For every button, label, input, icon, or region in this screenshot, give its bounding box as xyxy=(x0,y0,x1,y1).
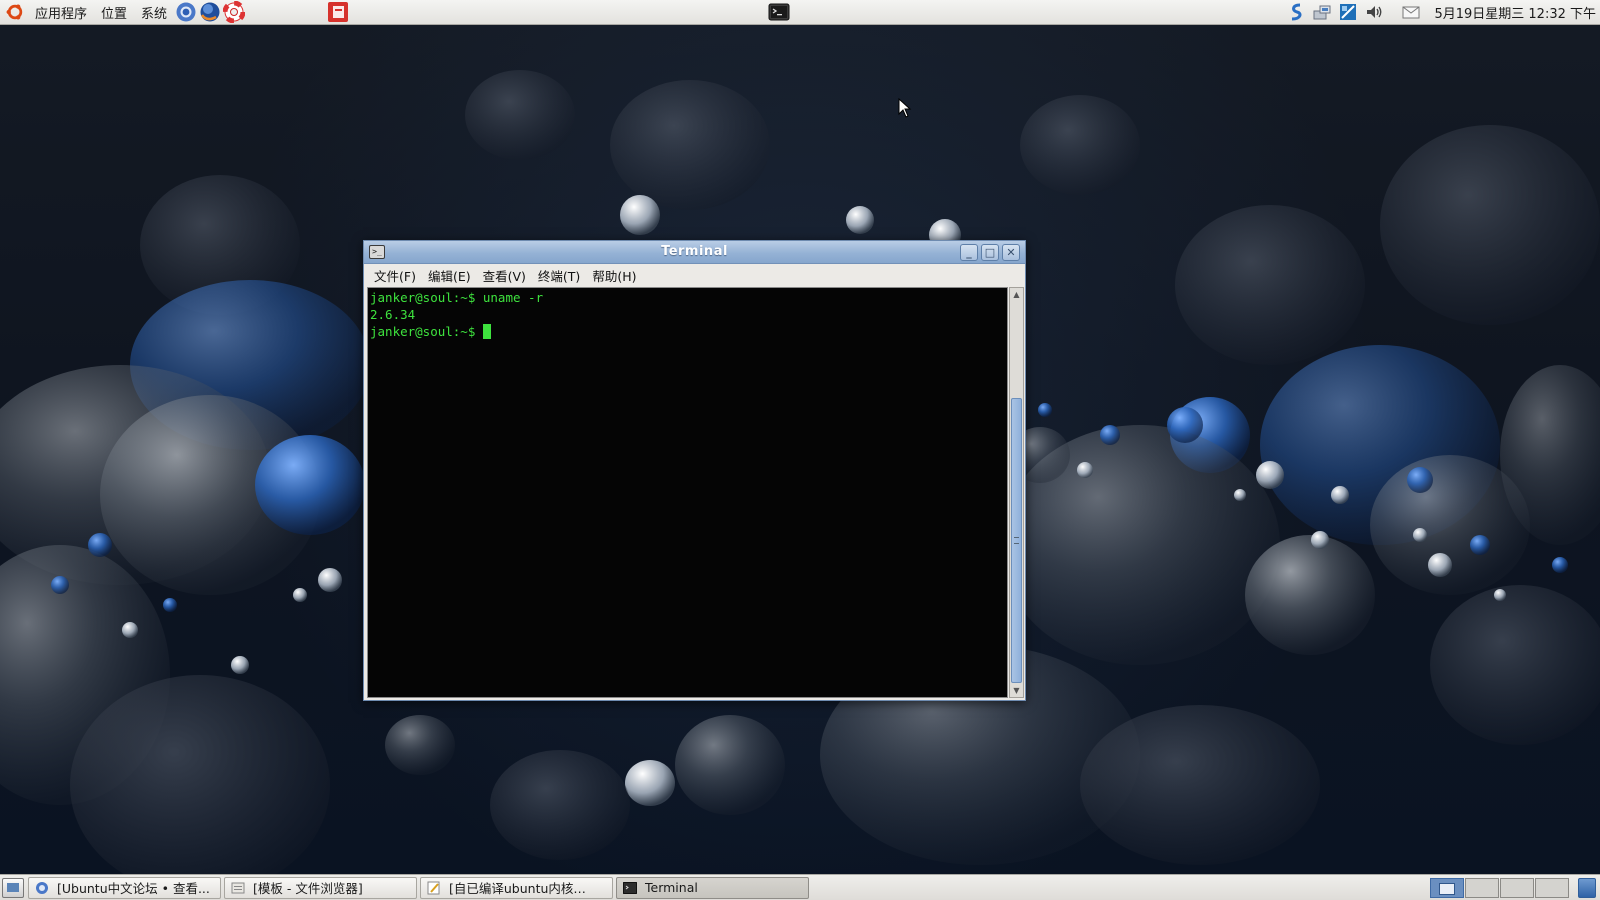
workspace-2[interactable] xyxy=(1465,878,1499,898)
taskbar-task-editor[interactable]: [自已编译ubuntu内核… xyxy=(420,876,613,899)
terminal-line: 2.6.34 xyxy=(370,307,416,322)
maximize-button[interactable]: □ xyxy=(981,244,999,261)
menu-places[interactable]: 位置 xyxy=(94,0,134,25)
workspace-switcher xyxy=(1430,878,1570,898)
terminal-output[interactable]: janker@soul:~$ uname -r 2.6.34 janker@so… xyxy=(367,287,1008,698)
chat-icon[interactable] xyxy=(1338,2,1358,22)
vertical-scrollbar[interactable]: ▲ ▼ xyxy=(1009,287,1024,698)
task-label: [自已编译ubuntu内核… xyxy=(449,881,586,896)
text-editor-icon xyxy=(427,881,440,894)
terminal-window: >_ Terminal _ □ ✕ 文件(F) 编辑(E) 查看(V) 终端(T… xyxy=(363,240,1026,701)
terminal-prompt: janker@soul:~$ xyxy=(370,324,483,339)
clock[interactable]: 5月19日星期三 12:32 下午 xyxy=(1424,3,1600,22)
bottom-panel: [Ubuntu中文论坛 • 查看... [模板 - 文件浏览器] [自已编译ub… xyxy=(0,874,1600,900)
browser-icon xyxy=(36,881,48,894)
workspace-1[interactable] xyxy=(1430,878,1464,898)
red-app-icon[interactable] xyxy=(327,1,349,23)
menu-file[interactable]: 文件(F) xyxy=(368,266,422,285)
window-menubar: 文件(F) 编辑(E) 查看(V) 终端(T) 帮助(H) xyxy=(364,264,1025,286)
grip-icon xyxy=(1014,537,1019,544)
workspace-3[interactable] xyxy=(1500,878,1534,898)
task-label: [Ubuntu中文论坛 • 查看... xyxy=(57,881,210,896)
trash-icon[interactable] xyxy=(1578,878,1596,898)
terminal-icon[interactable] xyxy=(768,1,790,23)
show-desktop-button[interactable] xyxy=(2,877,24,898)
volume-icon[interactable] xyxy=(1364,2,1384,22)
minimize-button[interactable]: _ xyxy=(960,244,978,261)
workspace-4[interactable] xyxy=(1535,878,1569,898)
menu-system[interactable]: 系统 xyxy=(134,0,174,25)
window-titlebar[interactable]: >_ Terminal _ □ ✕ xyxy=(364,241,1025,264)
terminal-line: janker@soul:~$ uname -r xyxy=(370,290,544,305)
taskbar-task-terminal[interactable]: Terminal xyxy=(616,876,809,899)
taskbar-task-file-browser[interactable]: [模板 - 文件浏览器] xyxy=(224,876,417,899)
ubuntu-logo-icon[interactable] xyxy=(6,3,24,21)
task-label: Terminal xyxy=(645,880,698,895)
close-button[interactable]: ✕ xyxy=(1002,244,1020,261)
menu-view[interactable]: 查看(V) xyxy=(477,266,532,285)
mouse-pointer-icon xyxy=(898,98,912,118)
sync-icon[interactable] xyxy=(1286,2,1306,22)
menu-help[interactable]: 帮助(H) xyxy=(586,266,642,285)
text-cursor xyxy=(482,324,491,339)
top-panel: 应用程序 位置 系统 5月19日星期三 12:32 下午 xyxy=(0,0,1600,25)
scroll-down-arrow-icon[interactable]: ▼ xyxy=(1010,684,1023,697)
network-icon[interactable] xyxy=(1312,2,1332,22)
taskbar-task-forum[interactable]: [Ubuntu中文论坛 • 查看... xyxy=(28,876,221,899)
scrollbar-thumb[interactable] xyxy=(1011,398,1022,683)
terminal-icon xyxy=(623,881,637,894)
mail-icon[interactable] xyxy=(1401,2,1421,22)
menu-terminal[interactable]: 终端(T) xyxy=(532,266,586,285)
window-title: Terminal xyxy=(661,244,728,259)
firefox-icon[interactable] xyxy=(199,1,221,23)
task-label: [模板 - 文件浏览器] xyxy=(253,881,363,896)
folder-icon xyxy=(231,882,245,893)
menu-edit[interactable]: 编辑(E) xyxy=(422,266,477,285)
terminal-prompt-line: janker@soul:~$ xyxy=(370,323,1005,340)
scroll-up-arrow-icon[interactable]: ▲ xyxy=(1010,288,1023,301)
chrome-icon[interactable] xyxy=(175,1,197,23)
menu-applications[interactable]: 应用程序 xyxy=(28,0,94,25)
help-lifebuoy-icon[interactable] xyxy=(223,1,246,23)
